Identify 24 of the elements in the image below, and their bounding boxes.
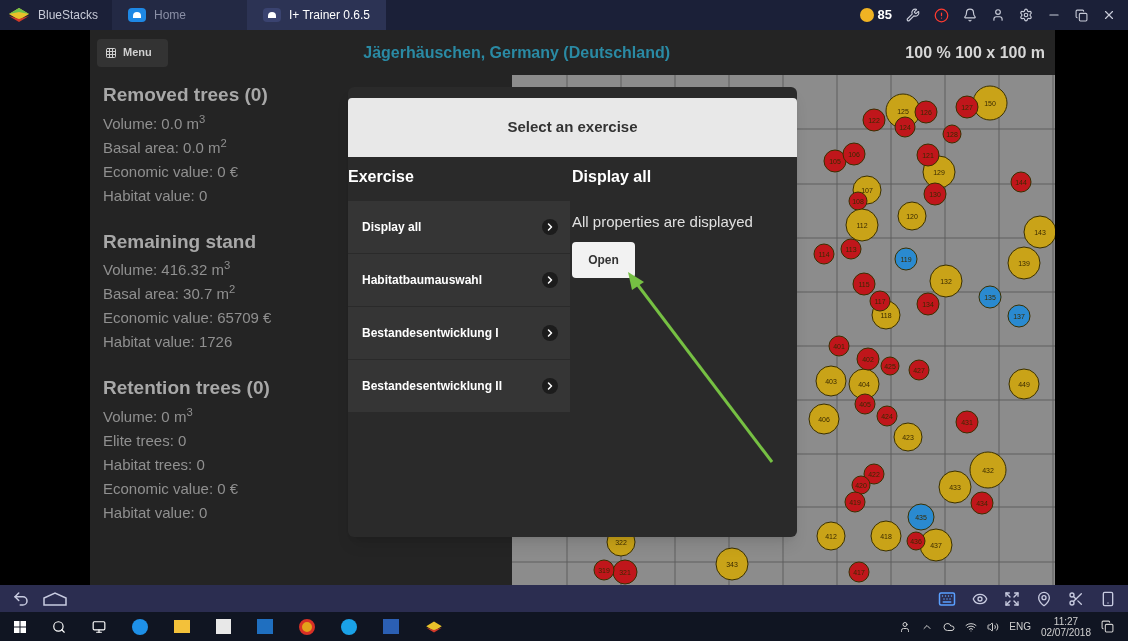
section-heading: Retention trees (0) [103, 376, 270, 400]
stat-line: Basal area: 0.0 m$^{2}$ [103, 136, 227, 158]
stat-line: Elite trees: 0 [103, 430, 187, 451]
location-title: Jägerhäuschen, Germany (Deutschland) [362, 42, 672, 63]
stat-line: Volume: 416.32 m$^{3}$ [103, 259, 231, 280]
stat-line: Habitat value: 1726 [103, 332, 233, 352]
section-heading: Removed trees (0) [103, 83, 268, 107]
section-heading: Remaining stand [103, 229, 257, 254]
stat-line: Basal area: 30.7 m$^{2}$ [103, 283, 236, 304]
stat-line: Habitat trees: 0 [103, 454, 205, 475]
stat-line: Volume: 0.0 m$^{3}$ [103, 112, 206, 134]
detail-description: All properties are displayed [572, 212, 753, 232]
stat-line: Economic value: 0 € [103, 161, 239, 182]
stat-line: Economic value: 65709 € [103, 308, 272, 328]
detail-heading: Display all [572, 167, 653, 187]
coin-count: 85 [877, 6, 892, 25]
column-heading: Exercise [348, 167, 415, 187]
stat-line: Habitat value: 0 [103, 185, 208, 206]
dialog-title: Select an exercise [507, 117, 638, 138]
stat-line: Economic value: 0 € [103, 478, 239, 499]
app-name: BlueStacks [38, 7, 99, 24]
scale-label: 100 % 100 x 100 m [905, 42, 1045, 63]
stat-line: Habitat value: 0 [103, 502, 208, 523]
stat-line: Volume: 0 m$^{3}$ [103, 405, 193, 427]
